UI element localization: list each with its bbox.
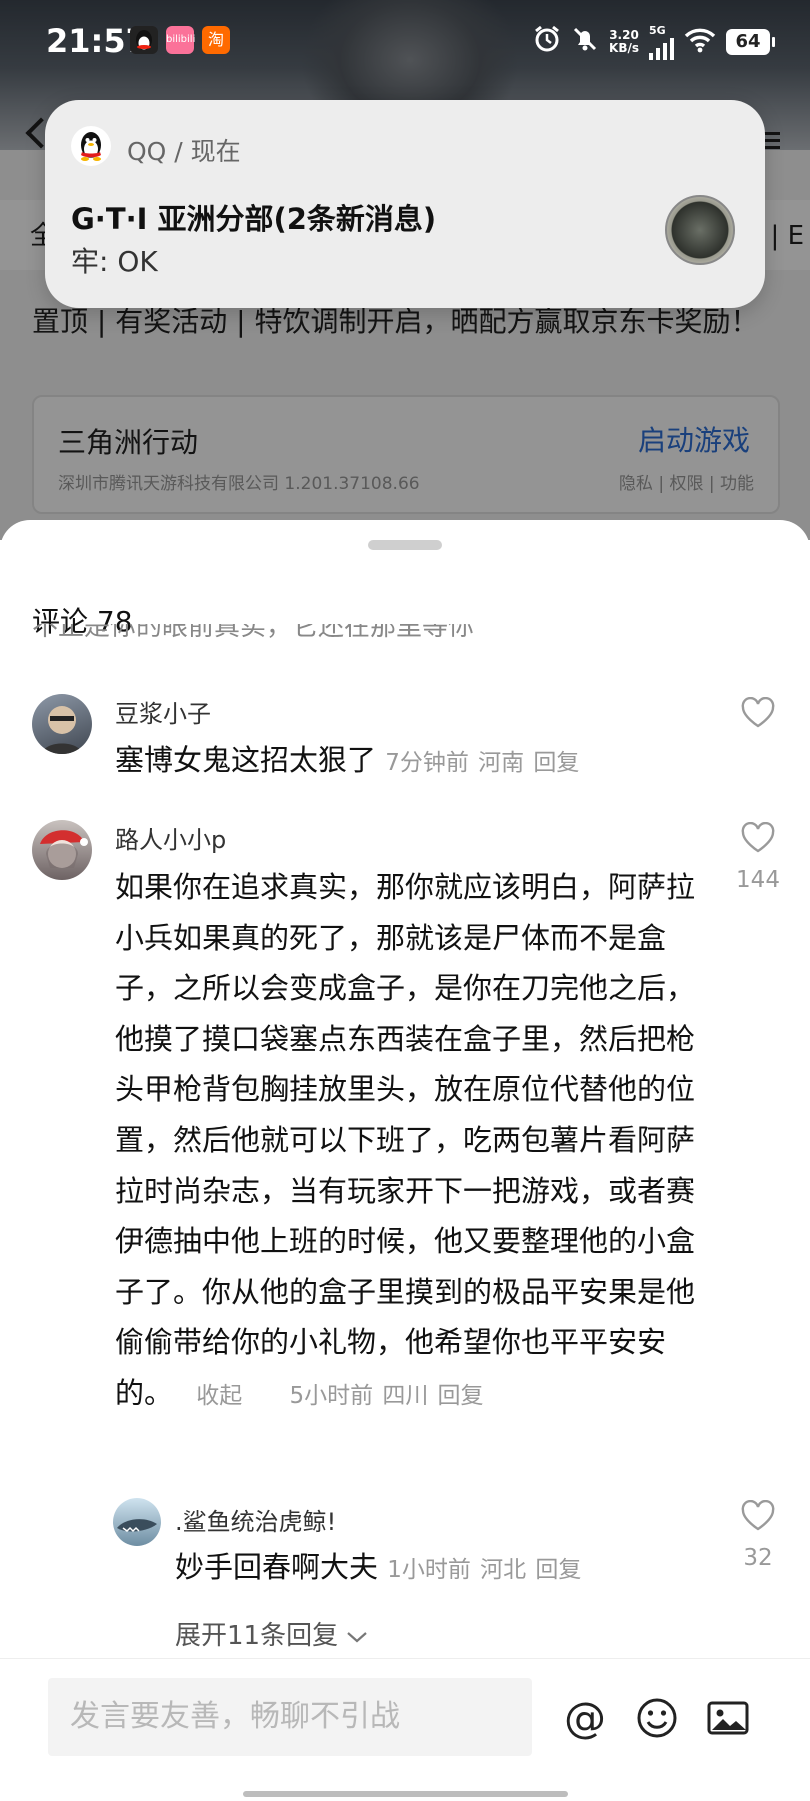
avatar[interactable] — [113, 1498, 161, 1546]
qq-icon — [71, 126, 111, 166]
avatar[interactable] — [32, 694, 92, 754]
avatar[interactable] — [32, 820, 92, 880]
collapse-button[interactable]: 收起 — [196, 1383, 242, 1409]
qq-notification[interactable]: QQ / 现在 G·T·I 亚洲分部(2条新消息) 牢: OK — [45, 100, 765, 308]
comment-text: 如果你在追求真实，那你就应该明白，阿萨拉小兵如果真的死了，那就该是尸体而不是盒子… — [115, 862, 715, 1422]
reply-button[interactable]: 回复 — [533, 750, 579, 776]
notification-body: 牢: OK — [71, 245, 158, 278]
like-count: 32 — [743, 1545, 773, 1571]
reply-location: 河北 — [480, 1557, 527, 1583]
sheet-drag-handle[interactable] — [368, 540, 442, 550]
heart-icon[interactable] — [740, 697, 776, 729]
status-bar: 21:57 bilibili 淘 3.20 KB/s 5G 64 — [0, 0, 810, 84]
net-speed: 3.20 KB/s — [609, 28, 639, 55]
reply-button[interactable]: 回复 — [438, 1383, 484, 1409]
taobao-app-icon: 淘 — [202, 26, 230, 54]
reply-body: 妙手回春啊大夫 — [175, 1550, 379, 1584]
like-count: 144 — [736, 867, 780, 893]
chevron-down-icon — [347, 1632, 368, 1643]
heart-icon[interactable] — [740, 822, 776, 854]
qq-app-icon — [130, 26, 158, 54]
image-icon[interactable] — [706, 1696, 750, 1740]
heart-icon[interactable] — [740, 1500, 776, 1532]
notification-app: QQ / 现在 — [127, 137, 241, 166]
reply-username[interactable]: .鲨鱼统治虎鲸! — [175, 1502, 336, 1537]
comment-username[interactable]: 路人小小p — [115, 820, 226, 855]
comment-time: 7分钟前 — [385, 750, 469, 776]
alarm-icon — [533, 25, 561, 60]
reply-text: 妙手回春啊大夫 1小时前 河北 回复 — [175, 1542, 675, 1596]
mention-icon[interactable]: @ — [563, 1696, 607, 1740]
expand-replies-button[interactable]: 展开11条回复 — [175, 1615, 368, 1652]
wifi-icon — [684, 27, 716, 57]
comment-location: 河南 — [478, 750, 525, 776]
reply-button[interactable]: 回复 — [535, 1557, 581, 1583]
emoji-icon[interactable] — [635, 1696, 679, 1740]
battery-indicator: 64 — [726, 29, 775, 55]
comment-body: 塞博女鬼这招太狠了 — [115, 743, 377, 777]
notification-title: G·T·I 亚洲分部(2条新消息) — [71, 202, 437, 236]
comment-body: 如果你在追求真实，那你就应该明白，阿萨拉小兵如果真的死了，那就该是尸体而不是盒子… — [115, 870, 696, 1410]
comment-time: 5小时前 — [289, 1382, 374, 1409]
mute-bell-icon — [571, 25, 599, 60]
comment-text: 塞博女鬼这招太狠了 7分钟前 河南 回复 — [115, 735, 675, 789]
clipped-previous-text: 不止是你的眼前真实，它还在那里等你 — [32, 624, 475, 642]
reply-time: 1小时前 — [387, 1557, 471, 1583]
expand-replies-label: 展开11条回复 — [175, 1621, 339, 1651]
cell-signal-icon: 5G — [649, 25, 674, 60]
comment-location: 四川 — [382, 1382, 429, 1409]
group-avatar — [665, 195, 735, 265]
comment-input[interactable]: 发言要友善，畅聊不引战 — [48, 1678, 532, 1756]
home-indicator[interactable] — [243, 1791, 568, 1797]
comment-username[interactable]: 豆浆小子 — [115, 694, 211, 729]
bilibili-app-icon: bilibili — [166, 26, 195, 54]
